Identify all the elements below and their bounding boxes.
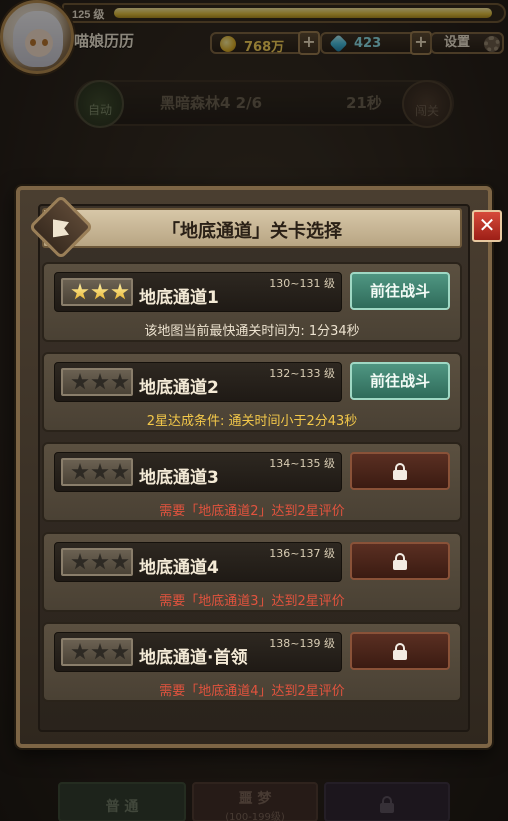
level-card: 地底通道·首领 138~139 级需要「地底通道4」达到2星评价 xyxy=(42,622,462,702)
level-card-header: 地底通道·首领 138~139 级 xyxy=(54,632,342,672)
star-icon xyxy=(91,553,109,570)
level-range: 130~131 级 xyxy=(269,277,335,290)
go-to-battle-button[interactable]: 前往战斗 xyxy=(350,362,450,400)
level-note: 需要「地底通道3」达到2星评价 xyxy=(159,594,345,609)
level-name: 地底通道2 xyxy=(139,378,219,398)
level-range: 136~137 级 xyxy=(269,547,335,560)
level-name: 地底通道1 xyxy=(139,288,219,308)
flag-icon xyxy=(53,219,69,237)
star-icon xyxy=(111,463,129,480)
level-card-header: 地底通道4 136~137 级 xyxy=(54,542,342,582)
level-name: 地底通道3 xyxy=(139,468,219,488)
level-note: 2星达成条件: 通关时间小于2分43秒 xyxy=(146,414,358,429)
star-icon xyxy=(71,463,89,480)
star-rating xyxy=(61,278,133,306)
level-card: 地底通道4 136~137 级需要「地底通道3」达到2星评价 xyxy=(42,532,462,612)
star-icon xyxy=(71,283,89,300)
level-card: 地底通道3 134~135 级需要「地底通道2」达到2星评价 xyxy=(42,442,462,522)
star-icon xyxy=(71,553,89,570)
level-range: 138~139 级 xyxy=(269,637,335,650)
star-icon xyxy=(71,373,89,390)
level-note: 需要「地底通道2」达到2星评价 xyxy=(159,504,345,519)
level-card-header: 地底通道2 132~133 级 xyxy=(54,362,342,402)
level-card: 地底通道1 130~131 级 前往战斗该地图当前最快通关时间为: 1分34秒 xyxy=(42,262,462,342)
star-icon xyxy=(91,373,109,390)
star-rating xyxy=(61,548,133,576)
star-icon xyxy=(111,373,129,390)
level-card-header: 地底通道1 130~131 级 xyxy=(54,272,342,312)
level-range: 134~135 级 xyxy=(269,457,335,470)
level-range: 132~133 级 xyxy=(269,367,335,380)
star-icon xyxy=(111,643,129,660)
star-icon xyxy=(91,463,109,480)
locked-button[interactable] xyxy=(350,452,450,490)
locked-button[interactable] xyxy=(350,542,450,580)
lock-icon xyxy=(393,553,407,570)
star-rating xyxy=(61,458,133,486)
star-icon xyxy=(111,283,129,300)
close-button[interactable]: ✕ xyxy=(472,210,502,242)
locked-button[interactable] xyxy=(350,632,450,670)
go-to-battle-button[interactable]: 前往战斗 xyxy=(350,272,450,310)
level-select-modal: 「地底通道」关卡选择 ✕ 地底通道1 130~131 级前往战斗 该地图当前最快通关… xyxy=(16,186,502,748)
lock-icon xyxy=(393,643,407,660)
level-name: 地底通道4 xyxy=(139,558,219,578)
level-note: 需要「地底通道4」达到2星评价 xyxy=(159,684,345,699)
level-card: 地底通道2 132~133 级 前往战斗 2星达成条件: 通关时间小于2分43秒 xyxy=(42,352,462,432)
modal-title: 「地底通道」关卡选择 xyxy=(162,221,342,242)
star-icon xyxy=(91,643,109,660)
level-card-header: 地底通道3 134~135 级 xyxy=(54,452,342,492)
modal-title-plate: 「地底通道」关卡选择 xyxy=(42,208,462,248)
level-name: 地底通道·首领 xyxy=(139,648,248,668)
lock-icon xyxy=(393,463,407,480)
level-note: 该地图当前最快通关时间为: 1分34秒 xyxy=(144,324,360,339)
star-icon xyxy=(91,283,109,300)
star-icon xyxy=(111,553,129,570)
star-rating xyxy=(61,638,133,666)
star-rating xyxy=(61,368,133,396)
star-icon xyxy=(71,643,89,660)
